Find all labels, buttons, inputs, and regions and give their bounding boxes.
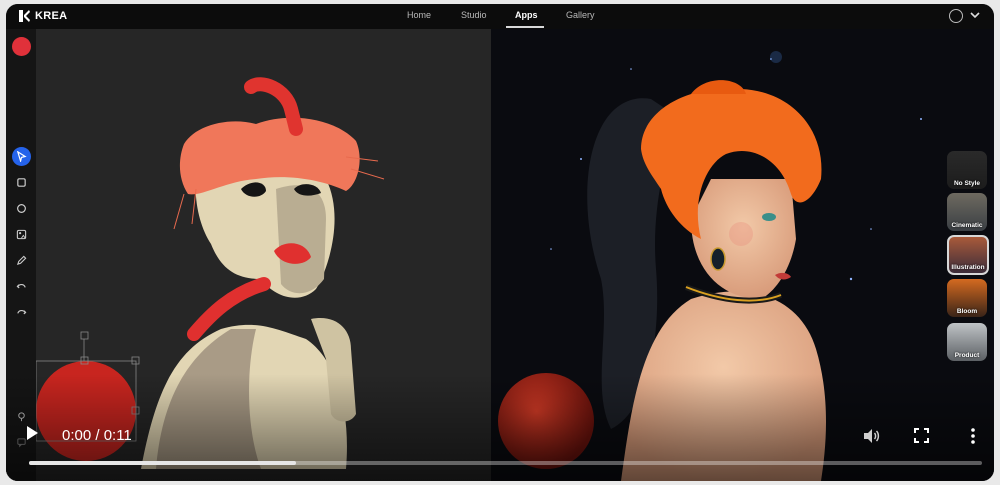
video-time: 0:00 / 0:11 [62, 427, 132, 444]
nav-home[interactable]: Home [407, 10, 431, 20]
image-shapes-icon [16, 229, 27, 240]
nav-active-underline [506, 26, 544, 28]
circle-icon [17, 204, 26, 213]
chevron-down-icon[interactable] [969, 9, 981, 21]
user-circle-icon[interactable] [949, 9, 963, 23]
style-label: Cinematic [951, 222, 983, 229]
undo-icon [16, 284, 26, 289]
main-nav: Home Studio Apps Gallery [6, 4, 994, 29]
app-header: KREA Home Studio Apps Gallery [6, 4, 994, 29]
rectangle-tool[interactable] [12, 173, 31, 192]
square-icon [17, 178, 26, 187]
nav-apps[interactable]: Apps [515, 10, 538, 20]
pointer-icon [16, 151, 27, 162]
video-progress-track[interactable] [29, 461, 982, 465]
circle-tool[interactable] [12, 199, 31, 218]
fullscreen-icon[interactable] [914, 428, 929, 443]
style-no-style[interactable]: No Style [947, 151, 987, 189]
style-label: No Style [953, 180, 980, 187]
earring [710, 247, 726, 271]
style-cinematic[interactable]: Cinematic [947, 193, 987, 231]
style-label: Product [954, 352, 980, 359]
undo-button[interactable] [12, 277, 31, 296]
style-illustration[interactable]: Illustration [947, 235, 989, 275]
style-bloom[interactable]: Bloom [947, 279, 987, 317]
pointer-tool[interactable] [12, 147, 31, 166]
image-tool[interactable] [12, 225, 31, 244]
more-options-icon[interactable] [969, 427, 977, 445]
nav-studio[interactable]: Studio [461, 10, 487, 20]
video-frame: KREA Home Studio Apps Gallery No Style C… [6, 4, 994, 481]
pen-icon [16, 255, 27, 266]
style-label: Bloom [956, 308, 978, 315]
avatar[interactable] [12, 37, 31, 56]
play-icon[interactable] [25, 425, 39, 441]
redo-button[interactable] [12, 303, 31, 322]
style-label: Illustration [951, 264, 985, 271]
volume-icon[interactable] [862, 427, 880, 445]
redo-icon [17, 310, 27, 315]
video-progress-fill [29, 461, 296, 465]
pen-tool[interactable] [12, 251, 31, 270]
style-product[interactable]: Product [947, 323, 987, 361]
sketch-face-shadow [276, 185, 326, 294]
nav-gallery[interactable]: Gallery [566, 10, 595, 20]
